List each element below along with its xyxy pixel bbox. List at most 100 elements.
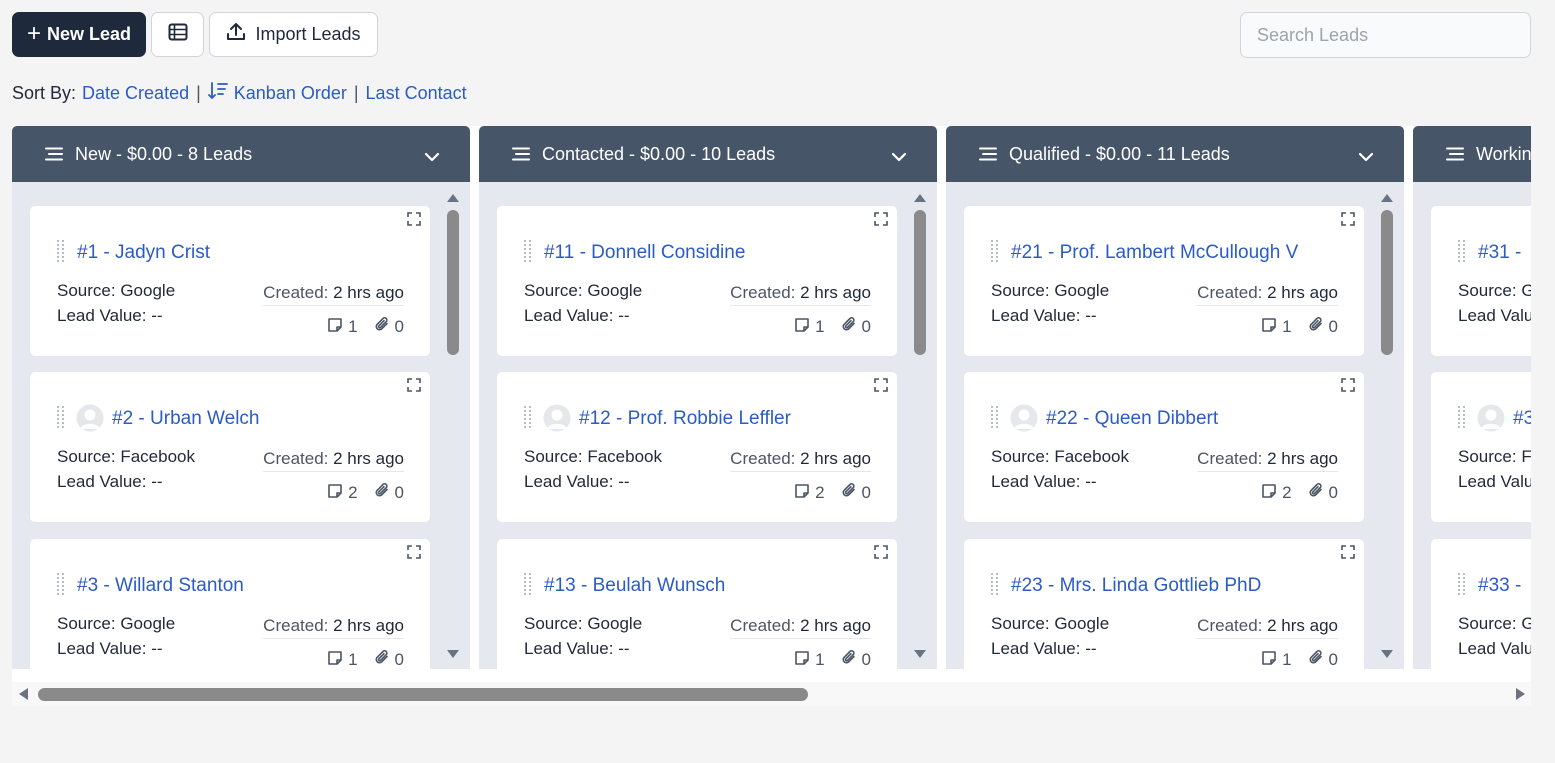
lead-value-label: Lead Value: [1458, 306, 1531, 325]
lead-value-label: Lead Value: [57, 306, 147, 325]
lead-created: Created: 2 hrs ago [1197, 449, 1338, 472]
scroll-up-arrow-icon[interactable] [913, 190, 927, 208]
lead-title-link[interactable]: #21 - Prof. Lambert McCullough V [1011, 242, 1298, 264]
lead-title-link[interactable]: #3 [1513, 408, 1531, 430]
column-header[interactable]: Contacted - $0.00 - 10 Leads [479, 126, 937, 182]
drag-handle-icon[interactable] [56, 405, 66, 434]
horizontal-scrollbar[interactable] [12, 682, 1531, 706]
chevron-down-icon[interactable] [1358, 146, 1374, 167]
drag-handle-icon[interactable] [56, 572, 66, 601]
search-input[interactable] [1240, 12, 1531, 58]
drag-handle-icon[interactable] [990, 405, 1000, 434]
lead-value-amount: -- [151, 639, 163, 658]
drag-handle-icon[interactable] [1457, 239, 1467, 268]
expand-icon[interactable] [407, 378, 421, 397]
column-header[interactable]: Working [1413, 126, 1531, 182]
expand-icon[interactable] [407, 545, 421, 564]
scroll-up-arrow-icon[interactable] [1380, 190, 1394, 208]
lead-card[interactable]: #22 - Queen Dibbert Source: Facebook Lea… [963, 371, 1365, 523]
scrollbar-thumb[interactable] [38, 688, 808, 701]
vertical-scrollbar[interactable] [1379, 188, 1395, 664]
chevron-down-icon[interactable] [891, 146, 907, 167]
expand-icon[interactable] [407, 212, 421, 231]
lead-card[interactable]: #3 - Willard Stanton Source: Google Lead… [29, 538, 431, 669]
lead-card[interactable]: #23 - Mrs. Linda Gottlieb PhD Source: Go… [963, 538, 1365, 669]
lead-title-link[interactable]: #1 - Jadyn Crist [77, 242, 210, 264]
lead-value-amount: -- [1085, 306, 1097, 325]
lead-title-link[interactable]: #33 - [1478, 575, 1521, 597]
drag-handle-icon[interactable] [523, 405, 533, 434]
sort-kanban-order[interactable]: Kanban Order [207, 81, 347, 105]
lead-title-link[interactable]: #31 - [1478, 242, 1521, 264]
scroll-down-arrow-icon[interactable] [1380, 646, 1394, 664]
sort-descending-icon [207, 81, 228, 105]
created-label: Created: [730, 616, 796, 635]
scroll-down-arrow-icon[interactable] [913, 646, 927, 664]
lead-card[interactable]: #21 - Prof. Lambert McCullough V Source:… [963, 205, 1365, 357]
note-icon [1261, 483, 1277, 504]
scroll-right-arrow-icon[interactable] [1515, 687, 1527, 706]
expand-icon[interactable] [1341, 378, 1355, 397]
lead-card[interactable]: #3 Source: Facebook Lead Value: -- Creat… [1430, 371, 1531, 523]
expand-icon[interactable] [1341, 545, 1355, 564]
expand-icon[interactable] [874, 545, 888, 564]
drag-handle-icon[interactable] [1457, 572, 1467, 601]
lead-title-link[interactable]: #23 - Mrs. Linda Gottlieb PhD [1011, 575, 1261, 597]
lead-card[interactable]: #11 - Donnell Considine Source: Google L… [496, 205, 898, 357]
column-body: #31 - Source: Google Lead Value: -- Crea… [1413, 182, 1531, 669]
drag-handle-icon[interactable] [1457, 405, 1467, 434]
scrollbar-thumb[interactable] [914, 210, 926, 355]
plus-icon: + [26, 19, 41, 47]
lead-card[interactable]: #1 - Jadyn Crist Source: Google Lead Val… [29, 205, 431, 357]
scrollbar-thumb[interactable] [447, 210, 459, 355]
attachments-count: 0 [1328, 317, 1338, 336]
source-value: Google [587, 281, 643, 300]
source-value: Google [587, 614, 643, 633]
drag-handle-icon[interactable] [523, 572, 533, 601]
column-menu-icon [512, 147, 530, 161]
source-label: Source: [1458, 281, 1517, 300]
lead-title-link[interactable]: #22 - Queen Dibbert [1046, 408, 1218, 430]
attachments-count: 0 [861, 650, 871, 669]
drag-handle-icon[interactable] [523, 239, 533, 268]
list-view-button[interactable] [151, 12, 204, 57]
lead-card[interactable]: #31 - Source: Google Lead Value: -- Crea… [1430, 205, 1531, 357]
lead-card[interactable]: #33 - Source: Google Lead Value: -- Crea… [1430, 538, 1531, 669]
lead-value: Lead Value: -- [1458, 306, 1531, 326]
drag-handle-icon[interactable] [56, 239, 66, 268]
lead-title-link[interactable]: #2 - Urban Welch [112, 408, 260, 430]
lead-created: Created: 2 hrs ago [730, 283, 871, 306]
scrollbar-thumb[interactable] [1381, 210, 1393, 355]
lead-title-link[interactable]: #3 - Willard Stanton [77, 575, 244, 597]
vertical-scrollbar[interactable] [912, 188, 928, 664]
expand-icon[interactable] [874, 378, 888, 397]
import-leads-button[interactable]: Import Leads [209, 12, 378, 57]
expand-icon[interactable] [874, 212, 888, 231]
lead-card[interactable]: #12 - Prof. Robbie Leffler Source: Faceb… [496, 371, 898, 523]
note-icon [327, 317, 343, 338]
vertical-scrollbar[interactable] [445, 188, 461, 664]
scroll-left-arrow-icon[interactable] [17, 687, 29, 706]
scroll-down-arrow-icon[interactable] [446, 646, 460, 664]
new-lead-button[interactable]: + New Lead [12, 12, 146, 57]
chevron-down-icon[interactable] [424, 146, 440, 167]
sort-last-contact[interactable]: Last Contact [366, 83, 467, 104]
sort-date-created[interactable]: Date Created [82, 83, 189, 104]
lead-title-link[interactable]: #11 - Donnell Considine [544, 242, 745, 264]
drag-handle-icon[interactable] [990, 239, 1000, 268]
source-value: Google [1521, 614, 1531, 633]
lead-title-link[interactable]: #12 - Prof. Robbie Leffler [579, 408, 791, 430]
column-header[interactable]: New - $0.00 - 8 Leads [12, 126, 470, 182]
lead-card[interactable]: #13 - Beulah Wunsch Source: Google Lead … [496, 538, 898, 669]
lead-created: Created: 2 hrs ago [263, 616, 404, 639]
drag-handle-icon[interactable] [990, 572, 1000, 601]
column-title: New - $0.00 - 8 Leads [75, 143, 253, 164]
expand-icon[interactable] [1341, 212, 1355, 231]
column-header[interactable]: Qualified - $0.00 - 11 Leads [946, 126, 1404, 182]
kanban-column: Working [1413, 126, 1531, 669]
lead-card[interactable]: #2 - Urban Welch Source: Facebook Lead V… [29, 371, 431, 523]
scroll-up-arrow-icon[interactable] [446, 190, 460, 208]
column-menu-icon [979, 147, 997, 161]
note-icon [327, 483, 343, 504]
lead-title-link[interactable]: #13 - Beulah Wunsch [544, 575, 725, 597]
